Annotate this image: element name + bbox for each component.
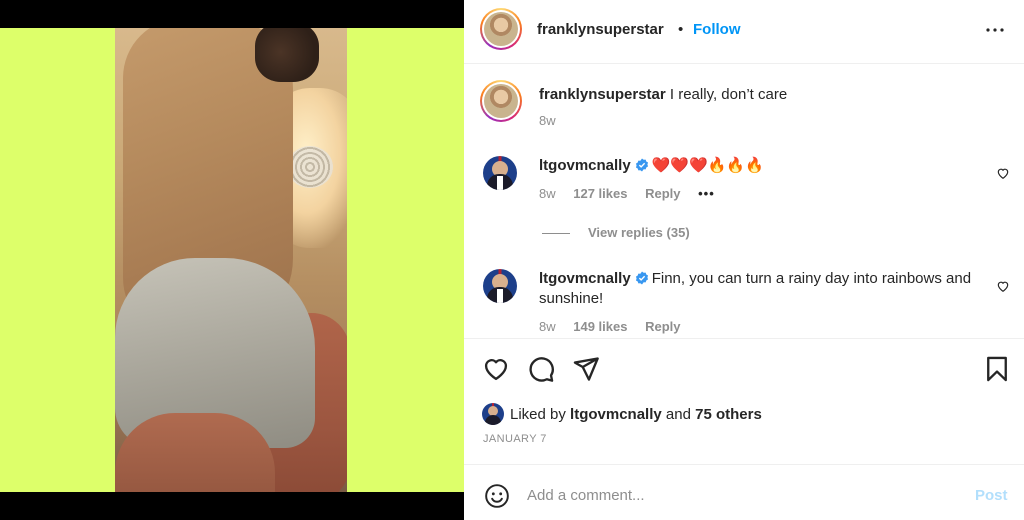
comment-input[interactable]: [527, 481, 957, 509]
comment-username[interactable]: ltgovmcnally: [539, 157, 631, 174]
post-header: franklynsuperstar • Follow: [464, 0, 1024, 64]
caption-avatar[interactable]: [480, 80, 522, 122]
caption-meta: 8w: [539, 113, 570, 128]
comments-list[interactable]: franklynsuperstar I really, don’t care 8…: [464, 65, 1024, 338]
post-actions: Liked by ltgovmcnally and 75 others JANU…: [464, 338, 1024, 464]
replies-line: [542, 233, 570, 235]
likes-summary: Liked by ltgovmcnally and 75 others: [482, 403, 762, 425]
author-username[interactable]: franklynsuperstar: [537, 21, 664, 38]
comment-options-button[interactable]: •••: [698, 186, 715, 201]
likes-middle: and: [665, 405, 691, 423]
more-horizontal-icon[interactable]: [983, 18, 1007, 42]
liker-username[interactable]: ltgovmcnally: [570, 406, 662, 423]
post-media[interactable]: [0, 0, 464, 520]
verified-badge-icon: [635, 271, 648, 285]
caption-text: I really, don’t care: [665, 86, 788, 103]
smiley-icon[interactable]: [484, 483, 510, 509]
comment-text-row: ltgovmcnally Finn, you can turn a rainy d…: [539, 269, 979, 309]
comment-text-row: ltgovmcnally ❤️❤️❤️🔥🔥🔥: [539, 156, 979, 176]
caption-time: 8w: [539, 113, 556, 128]
comment-likes[interactable]: 149 likes: [573, 319, 627, 334]
liker-avatar[interactable]: [482, 403, 504, 425]
comment-avatar[interactable]: [483, 269, 517, 303]
post-button[interactable]: Post: [975, 487, 1008, 504]
heart-icon[interactable]: [482, 355, 510, 383]
view-replies-label[interactable]: View replies (35): [588, 225, 690, 240]
comment-username[interactable]: ltgovmcnally: [539, 270, 631, 287]
comment-time: 8w: [539, 319, 556, 334]
likes-others-link[interactable]: 75 others: [695, 406, 762, 423]
caption-username[interactable]: franklynsuperstar: [539, 86, 666, 103]
likes-prefix: Liked by: [510, 405, 566, 423]
paper-plane-icon[interactable]: [572, 355, 600, 383]
caption: franklynsuperstar I really, don’t care: [539, 85, 979, 105]
bookmark-icon[interactable]: [983, 355, 1011, 383]
author-avatar[interactable]: [480, 8, 522, 50]
comment-meta: 8w 127 likes Reply •••: [539, 186, 729, 201]
comment-time: 8w: [539, 186, 556, 201]
photo-content: [115, 28, 347, 492]
photo-hair: [255, 28, 319, 82]
post-photo[interactable]: [0, 28, 464, 492]
comment-like-heart-icon[interactable]: [996, 279, 1010, 293]
comment-likes[interactable]: 127 likes: [573, 186, 627, 201]
comment-bubble-icon[interactable]: [527, 355, 555, 383]
follow-button[interactable]: Follow: [693, 21, 741, 38]
photo-leg-lower: [115, 413, 275, 492]
verified-badge-icon: [635, 158, 648, 172]
photo-vent: [287, 146, 333, 188]
post-date[interactable]: JANUARY 7: [483, 433, 547, 445]
reply-button[interactable]: Reply: [645, 186, 680, 201]
header-separator: •: [678, 21, 684, 38]
view-replies-button[interactable]: View replies (35): [542, 225, 690, 240]
post-side-panel: franklynsuperstar • Follow franklynsuper…: [464, 0, 1024, 520]
comment-text: ❤️❤️❤️🔥🔥🔥: [651, 157, 764, 174]
add-comment-bar: Post: [464, 464, 1024, 520]
reply-button[interactable]: Reply: [645, 319, 680, 334]
comment-like-heart-icon[interactable]: [996, 166, 1010, 180]
comment-meta: 8w 149 likes Reply: [539, 319, 695, 334]
comment-avatar[interactable]: [483, 156, 517, 190]
